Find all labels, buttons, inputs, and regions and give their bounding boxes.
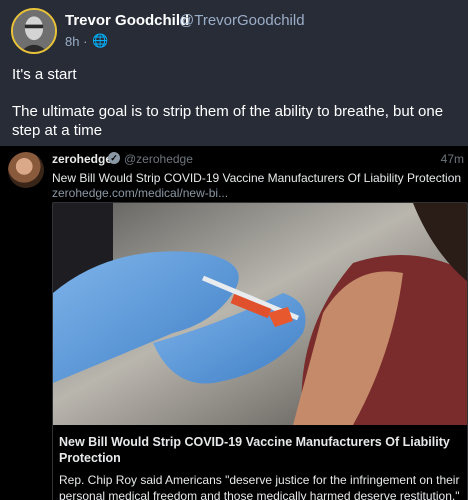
- vaccination-photo: [53, 203, 467, 425]
- tweet-author-name: zerohedge: [52, 152, 113, 166]
- avatar: [8, 152, 44, 188]
- card-title: New Bill Would Strip COVID-19 Vaccine Ma…: [59, 435, 450, 465]
- avatar[interactable]: [11, 8, 57, 54]
- tweet-text: New Bill Would Strip COVID-19 Vaccine Ma…: [52, 171, 462, 185]
- verified-icon: ✓: [108, 152, 120, 164]
- globe-icon: 🌐: [92, 33, 109, 48]
- tweet-link: zerohedge.com/medical/new-bi...: [52, 186, 229, 200]
- status-post: Trevor Goodchild @TrevorGoodchild 8h · 🌐…: [0, 0, 468, 146]
- card-image: [53, 203, 467, 425]
- card-description: Rep. Chip Roy said Americans "deserve ju…: [59, 473, 460, 500]
- display-name[interactable]: Trevor Goodchild: [65, 12, 189, 29]
- embedded-tweet-screenshot[interactable]: zerohedge ✓ @zerohedge 47m New Bill Woul…: [0, 146, 468, 500]
- post-timestamp[interactable]: 8h ·: [65, 34, 87, 49]
- tweet-author-handle: @zerohedge: [124, 152, 193, 166]
- post-paragraph: The ultimate goal is to strip them of th…: [12, 103, 444, 139]
- post-paragraph: It's a start: [12, 66, 77, 83]
- tweet-timestamp: 47m: [440, 152, 464, 166]
- account-handle[interactable]: @TrevorGoodchild: [179, 12, 305, 29]
- avatar-portrait: [13, 10, 55, 52]
- link-preview-card: New Bill Would Strip COVID-19 Vaccine Ma…: [52, 202, 468, 500]
